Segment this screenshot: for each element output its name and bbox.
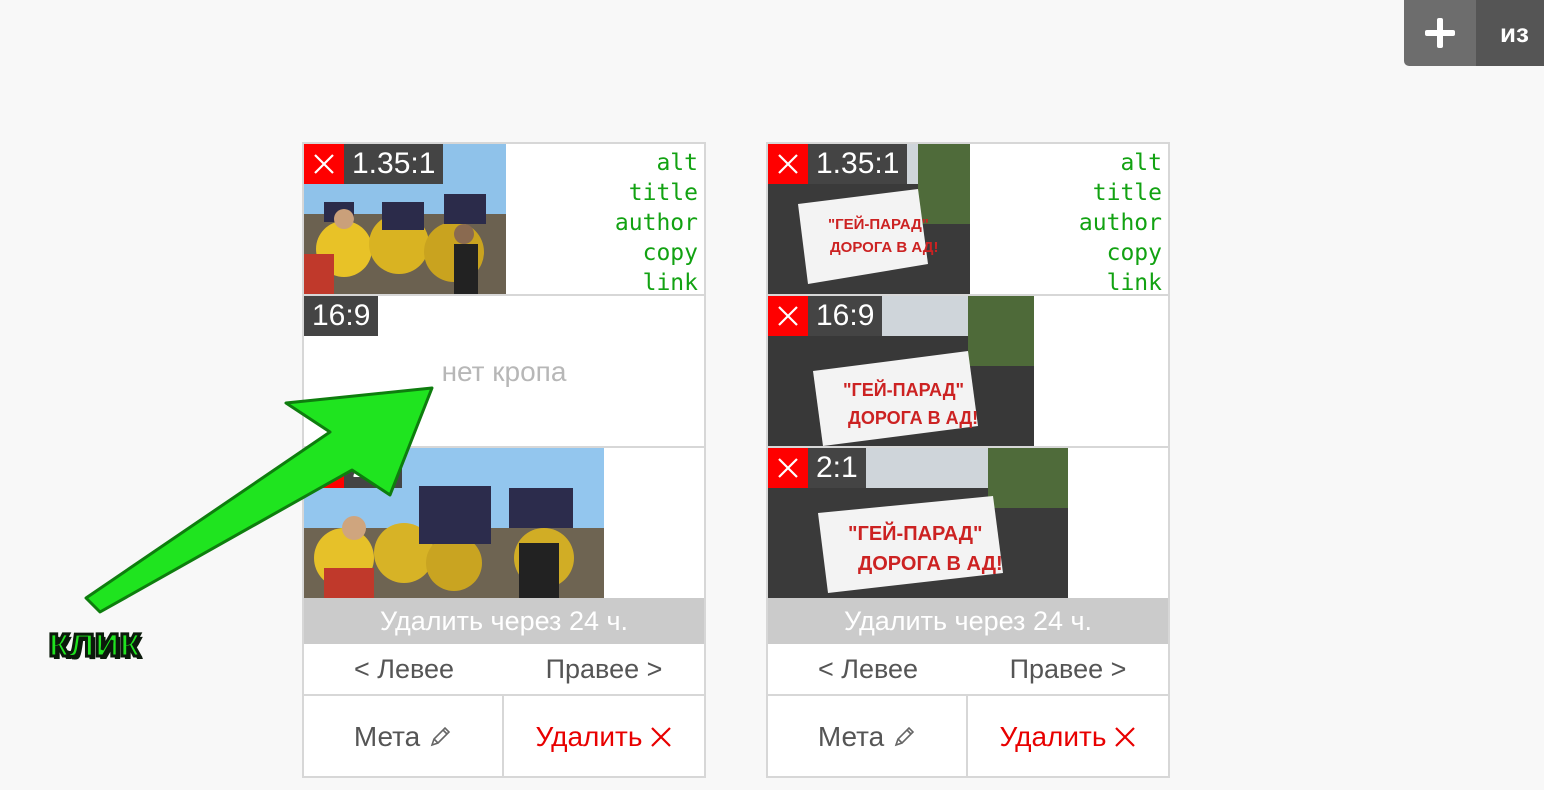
nav-row: < Левее Правее >: [304, 644, 704, 694]
close-icon: [1115, 727, 1136, 747]
meta-link-alt[interactable]: alt: [1079, 148, 1162, 178]
meta-link-title[interactable]: title: [1079, 178, 1162, 208]
svg-text:ДОРОГА В АД!: ДОРОГА В АД!: [830, 239, 938, 256]
meta-link-author[interactable]: author: [1079, 208, 1162, 238]
meta-link-copy[interactable]: copy: [1079, 238, 1162, 268]
meta-link-link[interactable]: link: [1079, 268, 1162, 294]
svg-text:ДОРОГА В АД!: ДОРОГА В АД!: [858, 553, 1003, 575]
meta-link-link[interactable]: link: [615, 268, 698, 294]
crop-row-16-9[interactable]: 16:9 нет кропа: [304, 296, 704, 446]
meta-label: Мета: [353, 721, 421, 752]
delete-crop-button[interactable]: [304, 144, 344, 184]
nav-row: < Левее Правее >: [768, 644, 1168, 694]
delete-crop-button[interactable]: [768, 144, 808, 184]
delete-crop-button[interactable]: [768, 448, 808, 488]
top-toolbar: из: [1404, 0, 1544, 66]
delete-label: Удалить: [999, 721, 1107, 752]
pencil-icon: [430, 726, 451, 747]
svg-text:"ГЕЙ-ПАРАД": "ГЕЙ-ПАРАД": [848, 521, 983, 545]
meta-links: alt title author copy link: [1079, 148, 1162, 294]
svg-text:"ГЕЙ-ПАРАД": "ГЕЙ-ПАРАД": [843, 379, 964, 400]
close-icon: [314, 154, 334, 174]
meta-links: alt title author copy link: [615, 148, 698, 294]
svg-text:ДОРОГА В АД!: ДОРОГА В АД!: [848, 408, 978, 428]
meta-link-copy[interactable]: copy: [615, 238, 698, 268]
ratio-label: 2:1: [808, 448, 866, 488]
pencil-icon: [894, 726, 915, 747]
image-card-2: "ГЕЙ-ПАРАД" ДОРОГА В АД! 1.35:1 alt titl…: [766, 142, 1170, 778]
delete-label: Удалить: [535, 721, 643, 752]
close-icon: [314, 458, 334, 478]
crop-row-2-1[interactable]: 2:1: [304, 448, 704, 598]
delete-crop-button[interactable]: [304, 448, 344, 488]
close-icon: [778, 154, 798, 174]
no-crop-text: нет кропа: [441, 356, 567, 387]
close-icon: [778, 458, 798, 478]
meta-button[interactable]: Мета: [304, 696, 504, 778]
action-row: Мета Удалить: [768, 694, 1168, 778]
move-left-button[interactable]: < Левее: [768, 644, 968, 694]
crop-row-2-1[interactable]: "ГЕЙ-ПАРАД" ДОРОГА В АД! 2:1: [768, 448, 1168, 598]
move-right-button[interactable]: Правее >: [504, 644, 704, 694]
click-annotation-label: клик: [46, 617, 141, 667]
ratio-label: 16:9: [304, 296, 379, 336]
delete-crop-button[interactable]: [768, 296, 808, 336]
ratio-label: 2:1: [344, 448, 402, 488]
svg-text:"ГЕЙ-ПАРАД": "ГЕЙ-ПАРАД": [828, 215, 929, 233]
add-button[interactable]: [1404, 0, 1476, 66]
meta-link-author[interactable]: author: [615, 208, 698, 238]
plus-icon: [1425, 18, 1455, 48]
from-button[interactable]: из: [1476, 0, 1544, 66]
ratio-label: 16:9: [808, 296, 883, 336]
delete-button[interactable]: Удалить: [504, 696, 704, 778]
delete-button[interactable]: Удалить: [968, 696, 1168, 778]
ratio-label: 1.35:1: [808, 144, 908, 184]
move-right-button[interactable]: Правее >: [968, 644, 1168, 694]
crop-row-1-35[interactable]: "ГЕЙ-ПАРАД" ДОРОГА В АД! 1.35:1 alt titl…: [768, 144, 1168, 294]
meta-link-alt[interactable]: alt: [615, 148, 698, 178]
meta-link-title[interactable]: title: [615, 178, 698, 208]
action-row: Мета Удалить: [304, 694, 704, 778]
crop-row-16-9[interactable]: "ГЕЙ-ПАРАД" ДОРОГА В АД! 16:9: [768, 296, 1168, 446]
ratio-label: 1.35:1: [344, 144, 444, 184]
image-card-1: 1.35:1 alt title author copy link 16:9 н…: [302, 142, 706, 778]
delete-timer-bar: Удалить через 24 ч.: [304, 598, 704, 644]
delete-timer-bar: Удалить через 24 ч.: [768, 598, 1168, 644]
crop-row-1-35[interactable]: 1.35:1 alt title author copy link: [304, 144, 704, 294]
meta-button[interactable]: Мета: [768, 696, 968, 778]
meta-label: Мета: [817, 721, 885, 752]
move-left-button[interactable]: < Левее: [304, 644, 504, 694]
close-icon: [778, 306, 798, 326]
close-icon: [651, 727, 672, 747]
